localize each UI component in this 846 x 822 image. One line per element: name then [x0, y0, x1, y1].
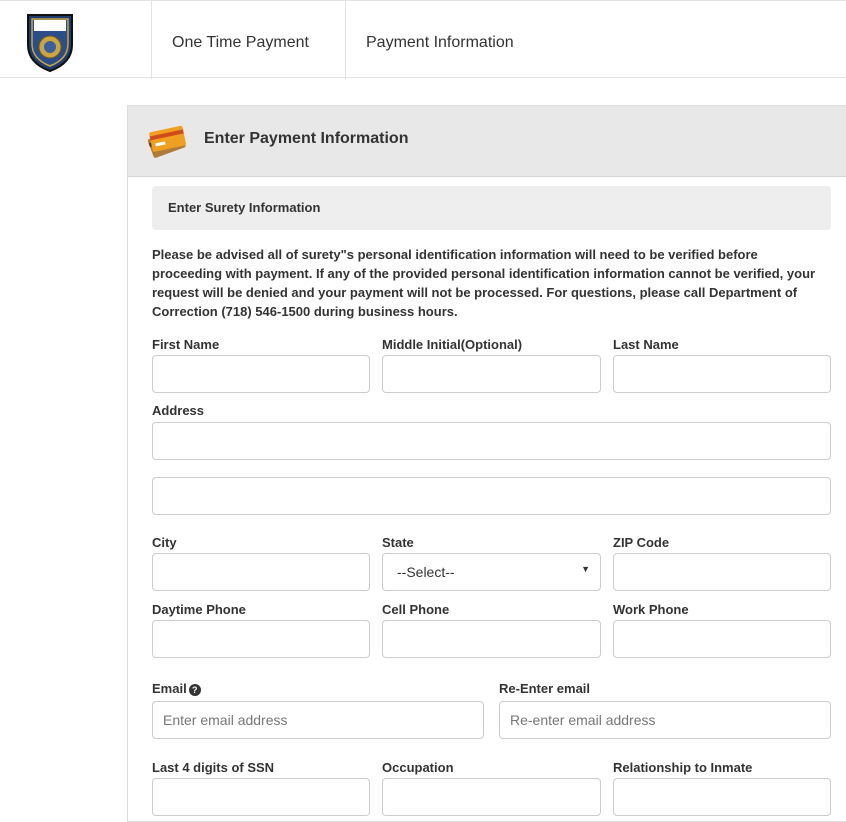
middle-initial-label: Middle Initial(Optional): [382, 337, 523, 352]
state-label: State: [382, 535, 414, 550]
address-label: Address: [152, 403, 205, 418]
occupation-field[interactable]: [382, 778, 601, 816]
doc-badge-logo[interactable]: [22, 11, 78, 73]
credit-card-icon: [147, 125, 186, 158]
state-select[interactable]: --Select-- ▼: [382, 553, 601, 591]
address-line2-field[interactable]: [152, 477, 831, 515]
first-name-label: First Name: [152, 337, 220, 352]
section-header: Enter Surety Information: [152, 186, 831, 230]
first-name-field[interactable]: [152, 355, 370, 393]
email-field[interactable]: [152, 701, 484, 739]
verification-notice: Please be advised all of surety"s person…: [152, 247, 816, 319]
state-select-value: --Select--: [397, 564, 455, 580]
occupation-label: Occupation: [382, 760, 454, 775]
last-name-field[interactable]: [613, 355, 831, 393]
section-title: Enter Surety Information: [168, 200, 321, 215]
dropdown-arrow-icon: ▼: [581, 564, 590, 574]
daytime-phone-field[interactable]: [152, 620, 370, 658]
relationship-label: Relationship to Inmate: [613, 760, 753, 775]
daytime-phone-label: Daytime Phone: [152, 602, 246, 617]
work-phone-label: Work Phone: [613, 602, 689, 617]
zip-field[interactable]: [613, 553, 831, 591]
zip-label: ZIP Code: [613, 535, 670, 550]
question-circle-icon[interactable]: ?: [188, 683, 201, 696]
cell-phone-field[interactable]: [382, 620, 601, 658]
middle-initial-field[interactable]: [382, 355, 601, 393]
top-navbar: One Time Payment Payment Information: [0, 0, 846, 79]
payment-panel: Enter Payment Information Enter Surety I…: [127, 105, 846, 822]
ssn-label: Last 4 digits of SSN: [152, 760, 275, 775]
address-line1-field[interactable]: [152, 422, 831, 460]
email-label: Email?: [152, 681, 201, 696]
cell-phone-label: Cell Phone: [382, 602, 450, 617]
tab-one-time-payment[interactable]: One Time Payment: [151, 1, 345, 79]
ssn-field[interactable]: [152, 778, 370, 816]
reenter-email-label: Re-Enter email: [499, 681, 591, 696]
tab-payment-information[interactable]: Payment Information: [345, 1, 555, 79]
relationship-field[interactable]: [613, 778, 831, 816]
panel-header: Enter Payment Information: [128, 106, 846, 177]
email-label-text: Email: [152, 681, 187, 696]
reenter-email-field[interactable]: [499, 701, 831, 739]
city-label: City: [152, 535, 177, 550]
work-phone-field[interactable]: [613, 620, 831, 658]
last-name-label: Last Name: [613, 337, 679, 352]
city-field[interactable]: [152, 553, 370, 591]
panel-title: Enter Payment Information: [204, 130, 409, 147]
